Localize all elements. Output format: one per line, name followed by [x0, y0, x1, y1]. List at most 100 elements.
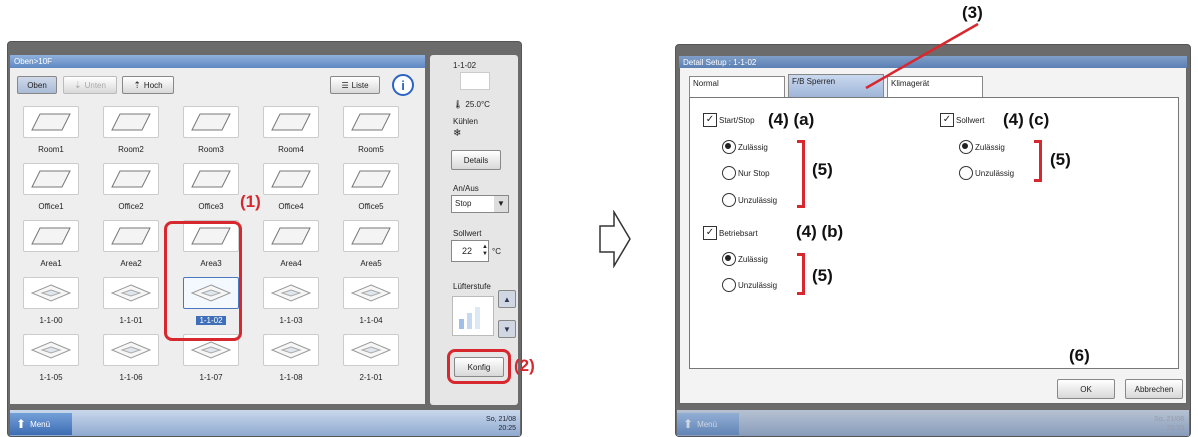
- unit-tile-label: Area4: [280, 259, 302, 268]
- unit-tile[interactable]: Area5: [336, 220, 406, 273]
- start-stop-checkbox[interactable]: ✓ Start/Stop: [703, 113, 755, 127]
- unit-tile-label: Office4: [278, 202, 304, 211]
- start-stop-nur-stop[interactable]: Nur Stop: [722, 166, 770, 180]
- hoch-button[interactable]: ⇡ Hoch: [122, 76, 174, 94]
- unit-tile-label: Office5: [358, 202, 384, 211]
- radio-icon: [722, 252, 736, 266]
- unit-tile[interactable]: 1-1-01: [96, 277, 166, 330]
- unit-tile[interactable]: Area1: [16, 220, 86, 273]
- liste-button[interactable]: ☰ Liste: [330, 76, 380, 94]
- list-icon: ☰: [341, 80, 349, 90]
- right-clock: So, 21/08 20:33: [1136, 415, 1184, 433]
- room-panel-icon: [263, 163, 319, 195]
- sollwert-unzulassig[interactable]: Unzulässig: [959, 166, 1014, 180]
- details-button[interactable]: Details: [451, 150, 501, 170]
- unit-tile[interactable]: 1-1-06: [96, 334, 166, 387]
- unit-tile[interactable]: Room3: [176, 106, 246, 159]
- oben-button[interactable]: Oben: [17, 76, 57, 94]
- mode-label: Kühlen: [453, 117, 478, 126]
- start-stop-zulassig[interactable]: Zulässig: [722, 140, 768, 154]
- betriebsart-label: Betriebsart: [719, 228, 758, 238]
- unten-button[interactable]: ⇣ Unten: [63, 76, 117, 94]
- radio-icon: [722, 166, 736, 180]
- unit-tile-label: 1-1-06: [119, 373, 143, 382]
- chevron-down-icon: ▼: [494, 196, 508, 212]
- unit-tile[interactable]: Room4: [256, 106, 326, 159]
- unit-tile[interactable]: Office5: [336, 163, 406, 216]
- unit-tile[interactable]: Office3: [176, 163, 246, 216]
- sollwert-checkbox[interactable]: ✓ Sollwert: [940, 113, 984, 127]
- betriebsart-zulassig[interactable]: Zulässig: [722, 252, 768, 266]
- ac-unit-icon: [343, 277, 399, 309]
- highlight-area3-1102: [164, 221, 242, 341]
- right-menu-button[interactable]: ⬆ Menü: [677, 413, 739, 435]
- unit-tile[interactable]: 1-1-00: [16, 277, 86, 330]
- unit-tile-label: Room4: [278, 145, 304, 154]
- unit-tile[interactable]: 1-1-05: [16, 334, 86, 387]
- unit-tile[interactable]: Area4: [256, 220, 326, 273]
- unit-tile-label: Room2: [118, 145, 144, 154]
- unit-tile-label: 1-1-04: [359, 316, 383, 325]
- tab-content: [689, 97, 1179, 369]
- unit-tile[interactable]: Area2: [96, 220, 166, 273]
- unit-tile[interactable]: Room1: [16, 106, 86, 159]
- unit-tile[interactable]: Office2: [96, 163, 166, 216]
- checkmark-icon: ✓: [940, 113, 954, 127]
- unit-tile[interactable]: 1-1-07: [176, 334, 246, 387]
- room-panel-icon: [263, 220, 319, 252]
- callout-2: (2): [514, 356, 535, 375]
- callout-4a: (4) (a): [768, 110, 815, 129]
- betriebsart-unzulassig[interactable]: Unzulässig: [722, 278, 777, 292]
- checkmark-icon: ✓: [703, 113, 717, 127]
- unit-tile[interactable]: 1-1-03: [256, 277, 326, 330]
- unit-tile[interactable]: Office4: [256, 163, 326, 216]
- menu-button[interactable]: ⬆ Menü: [10, 413, 72, 435]
- sollwert-stepper[interactable]: 22 ▲ ▼: [451, 240, 489, 262]
- unit-icon: [460, 72, 490, 90]
- ok-label: OK: [1080, 384, 1092, 394]
- unit-tile-label: Office2: [118, 202, 144, 211]
- bracket-sollwert: [1034, 140, 1042, 182]
- unit-tile[interactable]: 1-1-04: [336, 277, 406, 330]
- sollwert-zulassig[interactable]: Zulässig: [959, 140, 1005, 154]
- radio-icon: [959, 166, 973, 180]
- sollwert-check-label: Sollwert: [956, 115, 985, 125]
- arrow-up-icon: ⬆: [683, 417, 694, 431]
- fan-up-button[interactable]: ▲: [498, 290, 516, 308]
- unit-tile[interactable]: 2-1-01: [336, 334, 406, 387]
- up-stairs-icon: ⇡: [133, 79, 141, 90]
- unit-tile[interactable]: Room5: [336, 106, 406, 159]
- start-stop-opt1: Nur Stop: [738, 168, 770, 178]
- panel-unit-name: 1-1-02: [453, 61, 477, 70]
- lufter-label: Lüfterstufe: [453, 282, 491, 291]
- callout-1: (1): [240, 192, 261, 211]
- stepper-arrows-icon: ▲ ▼: [482, 244, 488, 257]
- unit-tile-label: 1-1-00: [39, 316, 63, 325]
- betriebsart-opt0: Zulässig: [738, 254, 768, 264]
- unit-tile-label: Office1: [38, 202, 64, 211]
- unit-tile-label: 1-1-07: [199, 373, 223, 382]
- unit-tile-label: 2-1-01: [359, 373, 383, 382]
- an-aus-value: Stop: [455, 199, 472, 208]
- ok-button[interactable]: OK: [1057, 379, 1115, 399]
- betriebsart-opt1: Unzulässig: [738, 280, 778, 290]
- betriebsart-checkbox[interactable]: ✓ Betriebsart: [703, 226, 758, 240]
- info-icon[interactable]: i: [392, 74, 414, 96]
- an-aus-select[interactable]: Stop ▼: [451, 195, 509, 213]
- room-panel-icon: [343, 106, 399, 138]
- cancel-button[interactable]: Abbrechen: [1125, 379, 1183, 399]
- fan-down-button[interactable]: ▼: [498, 320, 516, 338]
- start-stop-unzulassig[interactable]: Unzulässig: [722, 193, 777, 207]
- right-taskbar: [677, 410, 1189, 436]
- cancel-label: Abbrechen: [1134, 384, 1174, 394]
- unit-tile[interactable]: Office1: [16, 163, 86, 216]
- radio-icon: [722, 140, 736, 154]
- unit-tile-label: Room3: [198, 145, 224, 154]
- callout-5-sollwert: (5): [1050, 150, 1071, 169]
- unit-tile[interactable]: 1-1-08: [256, 334, 326, 387]
- tab-normal[interactable]: Normal: [689, 76, 785, 98]
- oben-label: Oben: [27, 80, 47, 90]
- unit-tile[interactable]: Room2: [96, 106, 166, 159]
- unit-tile-label: Room1: [38, 145, 64, 154]
- room-panel-icon: [103, 163, 159, 195]
